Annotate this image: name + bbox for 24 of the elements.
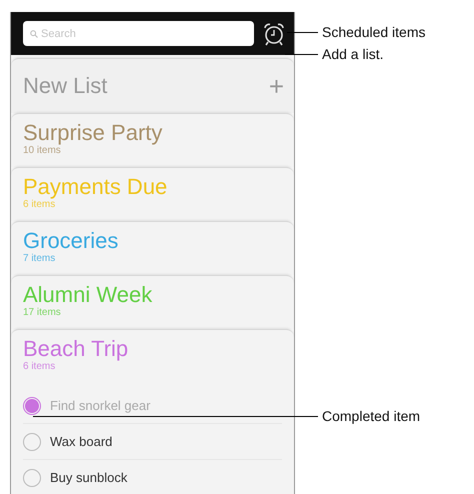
item-count: 6 items [23,361,56,373]
item-count: 10 items [23,145,62,157]
list-title: Payments Due [23,174,168,199]
list-card[interactable]: Groceries 7 items [11,221,294,275]
item-count: 7 items [23,253,56,265]
new-list-label[interactable]: New List [23,73,108,99]
list-title: Surprise Party [23,120,164,145]
list-title: Groceries [23,228,120,253]
item-count: 6 items [23,199,56,211]
list-card[interactable]: Payments Due 6 items [11,167,294,221]
reminder-text: Wax board [50,434,112,449]
add-list-button[interactable]: + [268,73,284,99]
list-card[interactable]: Beach Trip 6 items Find snorkel gear Wax board Buy sunblock [11,329,294,494]
callout-label: Completed item [322,408,420,424]
list-title: Beach Trip [23,336,130,361]
reminder-text: Find snorkel gear [50,398,150,413]
list-card[interactable]: Alumni Week 17 items [11,275,294,329]
callout-label: Scheduled items [322,24,426,40]
search-field[interactable]: Search [23,21,254,46]
reminder-text: Buy sunblock [50,470,128,485]
list-title: Alumni Week [23,282,154,307]
item-count: 17 items [23,307,62,319]
list-card[interactable]: Surprise Party 10 items [11,113,294,167]
callout-label: Add a list. [322,46,384,62]
